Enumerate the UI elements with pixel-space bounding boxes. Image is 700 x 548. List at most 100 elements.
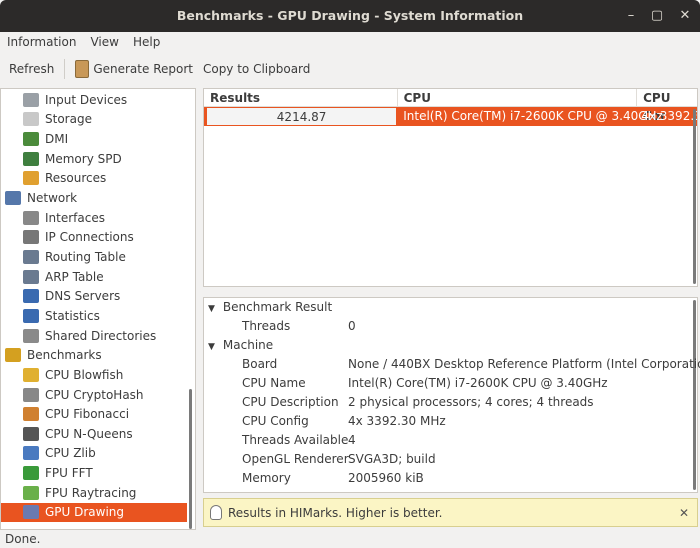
clipboard-icon xyxy=(75,60,90,78)
resources-icon xyxy=(23,171,39,186)
sidebar-item-storage[interactable]: Storage xyxy=(1,110,187,130)
sidebar-item-cpu-n-queens[interactable]: CPU N-Queens xyxy=(1,424,187,444)
sidebar-item-label: DNS Servers xyxy=(45,289,121,304)
sidebar-item-arp-table[interactable]: ARP Table xyxy=(1,267,187,287)
results-scrollbar[interactable] xyxy=(693,109,696,284)
sidebar-tree: Input Devices Storage DMI Memory SPD Resourc… xyxy=(0,88,196,530)
sidebar-item-shared-directories[interactable]: Shared Directories xyxy=(1,326,187,346)
input-devices-icon xyxy=(23,92,39,107)
cpu-config-cell: 4x 3392.3 xyxy=(641,109,697,123)
sidebar-item-label: Routing Table xyxy=(45,249,126,264)
sidebar-item-routing-table[interactable]: Routing Table xyxy=(1,247,187,267)
copy-to-clipboard-button[interactable]: Copy to Clipboard xyxy=(203,62,310,76)
cpu-cell: Intel(R) Core(TM) i7-2600K CPU @ 3.40GHz xyxy=(403,109,663,123)
sidebar-item-resources[interactable]: Resources xyxy=(1,169,187,189)
sidebar-item-label: GPU Drawing xyxy=(45,505,125,520)
column-cpu[interactable]: CPU xyxy=(398,89,638,106)
ip-connections-icon xyxy=(23,230,39,245)
window-title: Benchmarks - GPU Drawing - System Inform… xyxy=(176,8,524,23)
detail-value: Intel(R) Core(TM) i7-2600K CPU @ 3.40GHz xyxy=(348,376,608,390)
details-panel: ▼ Benchmark Result Threads 0 ▼ Machine Board No… xyxy=(203,297,700,493)
lightbulb-icon xyxy=(210,505,222,520)
sidebar-item-cpu-fibonacci[interactable]: CPU Fibonacci xyxy=(1,404,187,424)
detail-key: Threads xyxy=(242,319,291,333)
status-bar: Done. xyxy=(0,530,700,548)
sidebar-item-benchmarks[interactable]: Benchmarks xyxy=(1,345,187,365)
menu-view[interactable]: View xyxy=(90,32,118,52)
routing-table-icon xyxy=(23,249,39,264)
cpu-zlib-icon xyxy=(23,446,39,461)
section-header[interactable]: ▼ Benchmark Result xyxy=(208,298,332,317)
sidebar-item-interfaces[interactable]: Interfaces xyxy=(1,208,187,228)
statistics-icon xyxy=(23,308,39,323)
refresh-button[interactable]: Refresh xyxy=(9,62,54,76)
sidebar-item-cpu-cryptohash[interactable]: CPU CryptoHash xyxy=(1,385,187,405)
table-row[interactable]: 4214.87 Intel(R) Core(TM) i7-2600K CPU @… xyxy=(204,107,697,126)
cpu-fibonacci-icon xyxy=(23,407,39,422)
close-button[interactable]: ✕ xyxy=(672,0,698,32)
sidebar-item-label: Memory SPD xyxy=(45,151,122,166)
cpu-blowfish-icon xyxy=(23,367,39,382)
sidebar-item-label: DMI xyxy=(45,132,69,147)
maximize-button[interactable]: ▢ xyxy=(644,0,670,32)
sidebar-item-label: IP Connections xyxy=(45,230,134,245)
sidebar-item-memory-spd[interactable]: Memory SPD xyxy=(1,149,187,169)
sidebar-item-ip-connections[interactable]: IP Connections xyxy=(1,228,187,248)
detail-value: 4 xyxy=(348,433,356,447)
sidebar-item-input-devices[interactable]: Input Devices xyxy=(1,90,187,110)
detail-value: 2 physical processors; 4 cores; 4 thread… xyxy=(348,395,594,409)
sidebar-item-label: Storage xyxy=(45,112,92,127)
menu-information[interactable]: Information xyxy=(7,32,76,52)
table-header: Results CPU CPU Cor xyxy=(204,89,697,123)
generate-report-button[interactable]: Generate Report xyxy=(75,60,193,78)
column-results[interactable]: Results xyxy=(204,89,398,106)
sidebar-item-gpu-drawing[interactable]: GPU Drawing xyxy=(1,502,187,523)
sidebar-item-label: CPU N-Queens xyxy=(45,426,133,441)
detail-key: CPU Description xyxy=(242,395,339,409)
section-header[interactable]: ▼ Machine xyxy=(208,336,273,355)
title-bar: Benchmarks - GPU Drawing - System Inform… xyxy=(0,0,700,32)
toolbar-separator xyxy=(64,59,66,79)
info-text: Results in HIMarks. Higher is better. xyxy=(228,505,443,520)
fpu-raytracing-icon xyxy=(23,485,39,500)
detail-key: Board xyxy=(242,357,278,371)
detail-key: CPU Config xyxy=(242,414,309,428)
detail-value: 2005960 kiB xyxy=(348,471,424,485)
detail-key: Memory xyxy=(242,471,291,485)
info-close-button[interactable]: ✕ xyxy=(679,506,689,520)
sidebar-item-network[interactable]: Network xyxy=(1,188,187,208)
detail-value: None / 440BX Desktop Reference Platform … xyxy=(348,357,700,371)
sidebar-item-statistics[interactable]: Statistics xyxy=(1,306,187,326)
arp-table-icon xyxy=(23,269,39,284)
results-table: Results CPU CPU Cor 4214.87 Intel(R) Cor… xyxy=(203,88,698,287)
detail-value: SVGA3D; build xyxy=(348,452,436,466)
sidebar-item-label: Statistics xyxy=(45,308,100,323)
memory-spd-icon xyxy=(23,151,39,166)
sidebar-item-dmi[interactable]: DMI xyxy=(1,129,187,149)
expander-icon: ▼ xyxy=(208,304,215,314)
sidebar-item-fpu-fft[interactable]: FPU FFT xyxy=(1,463,187,483)
info-bar: Results in HIMarks. Higher is better. ✕ xyxy=(203,498,698,527)
fpu-fft-icon xyxy=(23,466,39,481)
column-cpu-config[interactable]: CPU Cor xyxy=(637,89,697,123)
menu-bar: Information View Help xyxy=(0,32,700,52)
minimize-button[interactable]: – xyxy=(618,0,644,32)
cpu-cryptohash-icon xyxy=(23,387,39,402)
detail-value: 0 xyxy=(348,319,356,333)
detail-key: Threads Available xyxy=(242,433,349,447)
menu-help[interactable]: Help xyxy=(133,32,160,52)
sidebar-scrollbar[interactable] xyxy=(189,389,192,529)
sidebar-item-cpu-zlib[interactable]: CPU Zlib xyxy=(1,444,187,464)
sidebar-item-fpu-raytracing[interactable]: FPU Raytracing xyxy=(1,483,187,503)
sidebar-item-label: CPU CryptoHash xyxy=(45,387,144,402)
sidebar-item-dns-servers[interactable]: DNS Servers xyxy=(1,287,187,307)
details-scrollbar[interactable] xyxy=(693,300,696,490)
expander-icon: ▼ xyxy=(208,342,215,352)
sidebar-item-label: FPU FFT xyxy=(45,466,93,481)
section-title: Machine xyxy=(222,338,274,352)
sidebar-item-label: CPU Zlib xyxy=(45,446,96,461)
result-cell: 4214.87 xyxy=(204,107,398,126)
gpu-drawing-icon xyxy=(23,505,39,520)
sidebar-item-cpu-blowfish[interactable]: CPU Blowfish xyxy=(1,365,187,385)
section-title: Benchmark Result xyxy=(222,300,333,314)
